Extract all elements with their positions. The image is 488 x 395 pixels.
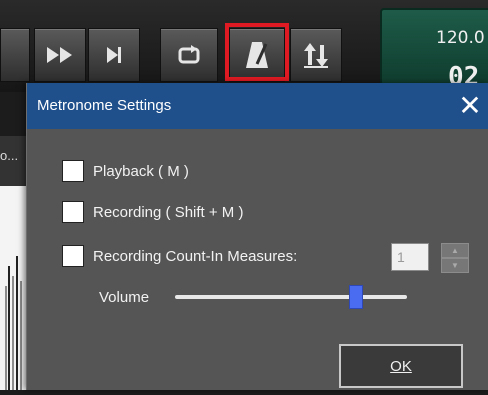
volume-label: Volume bbox=[99, 289, 150, 306]
recording-option: Recording ( Shift + M ) bbox=[62, 201, 243, 223]
metronome-settings-dialog: Metronome Settings ✕ Playback ( M ) Reco… bbox=[26, 83, 488, 390]
playback-label: Playback ( M ) bbox=[93, 162, 189, 180]
count-in-measures-input[interactable]: 1 bbox=[391, 243, 429, 271]
up-down-arrows-icon bbox=[304, 43, 328, 68]
dialog-title-bar[interactable]: Metronome Settings ✕ bbox=[27, 83, 488, 129]
stepper-down-button[interactable]: ▼ bbox=[441, 258, 469, 273]
sync-button[interactable] bbox=[290, 28, 342, 82]
count-in-label: Recording Count-In Measures: bbox=[93, 247, 298, 265]
ok-button[interactable]: OK bbox=[339, 344, 463, 388]
recording-label: Recording ( Shift + M ) bbox=[93, 203, 244, 221]
waveform-strip bbox=[0, 186, 26, 390]
fast-forward-icon bbox=[47, 47, 72, 63]
metronome-highlight bbox=[225, 23, 289, 81]
skip-to-end-button[interactable] bbox=[88, 28, 140, 82]
stepper-up-button[interactable]: ▲ bbox=[441, 243, 469, 258]
count-in-option: Recording Count-In Measures: bbox=[62, 245, 297, 267]
close-icon: ✕ bbox=[458, 90, 482, 121]
tempo-display: 120.0 02 bbox=[380, 8, 488, 92]
rewind-button[interactable] bbox=[0, 28, 30, 82]
skip-to-end-icon bbox=[107, 47, 121, 63]
volume-slider-track[interactable] bbox=[175, 295, 407, 299]
chevron-up-icon: ▲ bbox=[451, 246, 459, 255]
waveform-graphic bbox=[5, 256, 22, 390]
volume-slider-thumb[interactable] bbox=[348, 285, 363, 309]
tempo-value: 120.0 bbox=[436, 28, 485, 48]
count-in-stepper: ▲ ▼ bbox=[441, 243, 469, 273]
loop-button[interactable] bbox=[160, 28, 218, 82]
transport-toolbar: 120.0 02 bbox=[0, 0, 488, 92]
playback-checkbox[interactable] bbox=[62, 160, 84, 182]
count-in-checkbox[interactable] bbox=[62, 245, 84, 267]
dialog-title: Metronome Settings bbox=[37, 97, 172, 114]
chevron-down-icon: ▼ bbox=[451, 261, 459, 270]
loop-icon bbox=[178, 45, 200, 64]
close-button[interactable]: ✕ bbox=[457, 91, 483, 121]
fast-forward-button[interactable] bbox=[34, 28, 86, 82]
recording-checkbox[interactable] bbox=[62, 201, 84, 223]
track-label: o... bbox=[0, 148, 19, 163]
playback-option: Playback ( M ) bbox=[62, 160, 189, 182]
